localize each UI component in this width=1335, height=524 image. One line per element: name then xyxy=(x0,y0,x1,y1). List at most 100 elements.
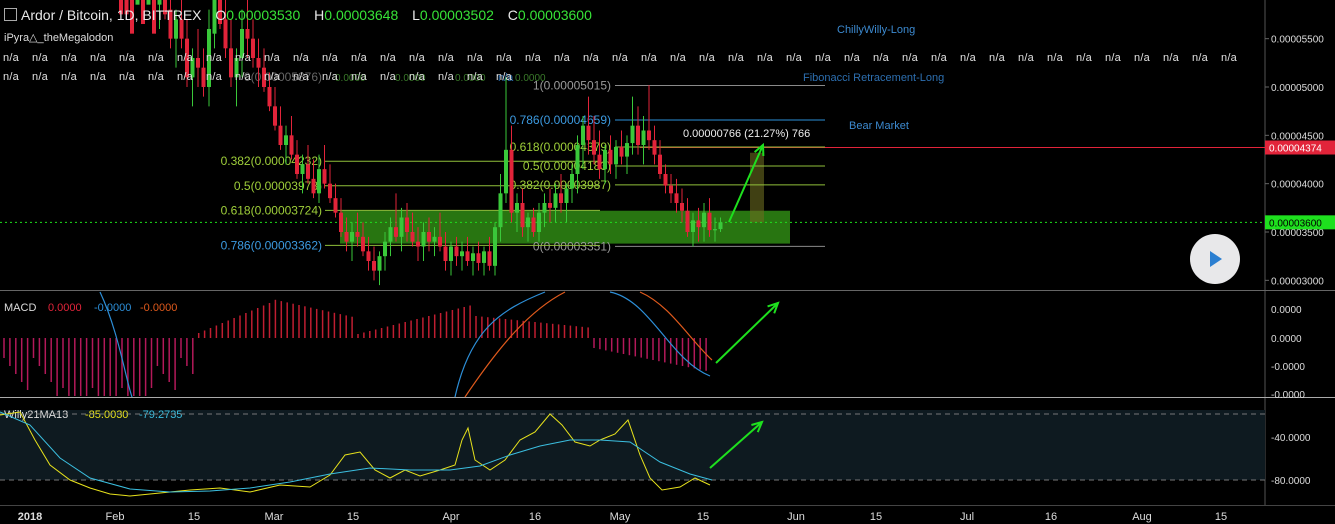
na-value: n/a xyxy=(844,52,860,64)
candle-body xyxy=(443,246,448,261)
candle-body xyxy=(542,203,547,213)
candle-body xyxy=(377,256,382,271)
y-tick-label: 0.00004000 xyxy=(1271,180,1324,191)
candle-body xyxy=(504,149,508,194)
fib-left-label: 0.786(0.00003362) xyxy=(221,238,322,252)
na-value: n/a xyxy=(380,71,396,83)
na-value: n/a xyxy=(496,52,512,64)
macd-title: MACD xyxy=(4,302,36,314)
candle-body xyxy=(718,222,723,230)
willy-band xyxy=(0,410,1265,480)
willy-y-label: -40.0000 xyxy=(1271,433,1311,444)
open-label: O xyxy=(215,7,227,23)
x-tick-label: 16 xyxy=(1045,511,1057,523)
macd-line xyxy=(454,291,546,398)
play-icon xyxy=(1210,251,1222,267)
na-value: n/a xyxy=(148,52,164,64)
candle-body xyxy=(245,29,250,39)
na-value: n/a xyxy=(90,71,106,83)
macd-legend-value: 0.0000 xyxy=(48,302,82,314)
willy-legend-value: -85.0030 xyxy=(85,409,128,421)
candle-body xyxy=(636,125,640,145)
candle-body xyxy=(454,246,459,257)
na-value: n/a xyxy=(989,52,1005,64)
candle-body xyxy=(421,232,426,247)
na-value: n/a xyxy=(1163,52,1179,64)
candle-body xyxy=(300,164,305,174)
x-tick-label: Mar xyxy=(265,511,284,523)
macd-y-label: 0.0000 xyxy=(1271,334,1302,345)
candle-body xyxy=(581,125,585,145)
na-value: n/a xyxy=(32,71,48,83)
candle-body xyxy=(317,169,321,194)
candle-body xyxy=(702,212,706,228)
na-value: n/a xyxy=(873,52,889,64)
candle-body xyxy=(592,140,596,155)
high-value: 0.00003648 xyxy=(324,7,399,23)
candle-body xyxy=(146,0,151,5)
candle-body xyxy=(493,227,497,266)
candle-body xyxy=(608,149,613,165)
collapse-icon[interactable] xyxy=(4,8,17,21)
na-value: n/a xyxy=(264,52,280,64)
candle-body xyxy=(476,253,481,263)
x-tick-label: 15 xyxy=(1215,511,1227,523)
candle-body xyxy=(311,178,316,194)
price-axis: 0.000055000.000050000.000045000.00004000… xyxy=(1265,35,1335,287)
na-value: n/a xyxy=(641,52,657,64)
candle-body xyxy=(366,251,371,261)
candle-body xyxy=(707,212,712,231)
low-label: L xyxy=(412,7,420,23)
candle-body xyxy=(427,232,431,242)
na-value: n/a xyxy=(554,52,570,64)
candle-body xyxy=(394,227,398,237)
na-value: n/a xyxy=(32,52,48,64)
symbol-header: Ardor / Bitcoin, 1D, BITTREX O0.00003530… xyxy=(4,7,592,23)
price-badge-label: 0.00003600 xyxy=(1269,218,1322,229)
fib-level-label: 0(0.00003351) xyxy=(533,239,611,253)
candle-body xyxy=(559,193,563,203)
candle-body xyxy=(350,232,354,242)
trend-arrow-line xyxy=(715,302,779,364)
play-button[interactable] xyxy=(1190,234,1240,284)
x-tick-label: Jun xyxy=(787,511,805,523)
demand-zone xyxy=(0,147,1265,244)
candle-body xyxy=(515,203,519,213)
na-value: n/a xyxy=(177,52,193,64)
symbol-title: Ardor / Bitcoin, 1D, BITTREX xyxy=(21,7,202,23)
na-value: n/a xyxy=(902,52,918,64)
price-badge-label: 0.00004374 xyxy=(1269,144,1322,155)
candle-body xyxy=(614,146,618,165)
x-tick-label: 16 xyxy=(529,511,541,523)
candle-body xyxy=(339,212,343,232)
na-value: n/a xyxy=(61,52,77,64)
x-tick-label: Feb xyxy=(106,511,125,523)
na-value: n/a xyxy=(612,52,628,64)
candle-body xyxy=(630,125,635,144)
na-value: n/a xyxy=(1134,52,1150,64)
open-value: 0.00003530 xyxy=(226,7,301,23)
candle-body xyxy=(713,229,717,231)
candle-body xyxy=(696,220,701,228)
candle-body xyxy=(465,251,470,261)
x-tick-label: May xyxy=(610,511,631,523)
candle-body xyxy=(498,193,503,228)
na-value: n/a xyxy=(409,52,425,64)
na-value: n/a xyxy=(351,71,367,83)
candle-body xyxy=(471,253,475,261)
candle-body xyxy=(344,232,349,242)
y-tick-label: 0.00003000 xyxy=(1271,276,1324,287)
macd-y-label: 0.0000 xyxy=(1271,305,1302,316)
na-value: n/a xyxy=(119,52,135,64)
fib-left-label: 0.5(0.00003978) xyxy=(234,179,322,193)
candle-body xyxy=(416,241,420,247)
candle-body xyxy=(278,125,283,145)
close-label: C xyxy=(507,7,518,23)
y-tick-label: 0.00003500 xyxy=(1271,228,1324,239)
na-value: n/a xyxy=(322,71,338,83)
candle-body xyxy=(619,146,624,157)
na-value: n/a xyxy=(438,71,454,83)
candle-body xyxy=(597,154,602,170)
candle-body xyxy=(586,125,591,141)
x-tick-label: Aug xyxy=(1132,511,1152,523)
